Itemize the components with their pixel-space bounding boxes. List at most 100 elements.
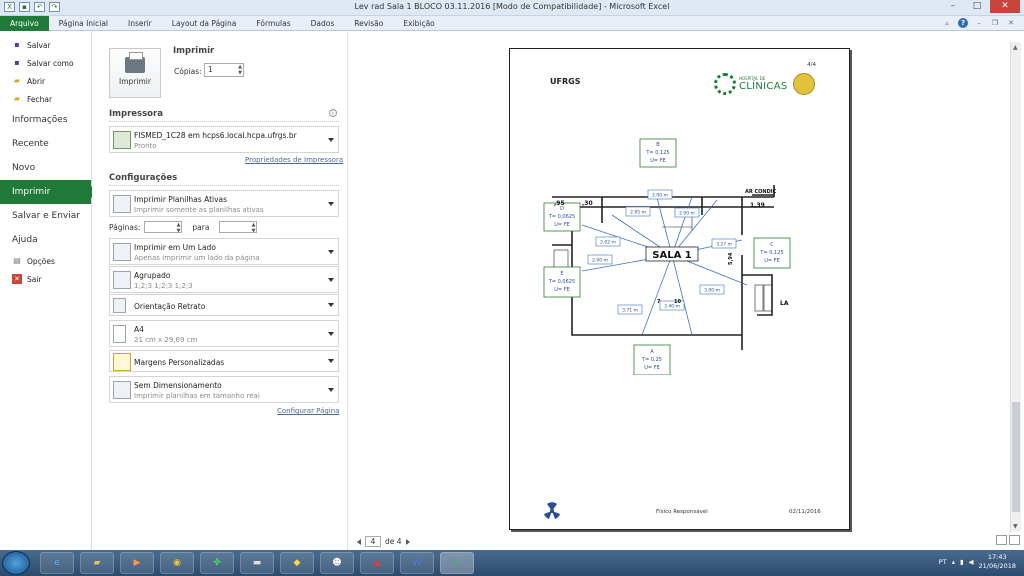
dosimetry-app-icon[interactable]: ◆ [280, 552, 314, 574]
printer-name: FISMED_1C28 em hcps6.local.hcpa.ufrgs.br [134, 131, 297, 140]
sides-desc: Apenas imprimir um lado da página [134, 254, 260, 262]
green-app-icon[interactable]: ✤ [200, 552, 234, 574]
ufrgs-logo-text: UFRGS [550, 77, 581, 86]
printer-properties-link[interactable]: Propriedades de Impressora [245, 156, 343, 164]
plan-label: ,30 [582, 200, 593, 207]
pages-to-input[interactable]: ▲ ▼ [219, 221, 258, 234]
scroll-up-icon[interactable]: ▲ [1013, 44, 1018, 51]
printer-status: Pronto [134, 142, 157, 150]
nav-new[interactable]: Novo [0, 156, 91, 180]
copies-input[interactable]: 1 ▲ ▼ [204, 63, 244, 77]
page-setup-link[interactable]: Configurar Página [277, 407, 339, 415]
plan-label: 1,39 [750, 202, 765, 209]
point-a-t: T= 0,25 [641, 357, 662, 363]
tab-pagina-inicial[interactable]: Página Inicial [49, 16, 118, 31]
plan-label: LA [780, 300, 789, 307]
tab-layout-da-pagina[interactable]: Layout da Página [162, 16, 247, 31]
pdf-reader-icon[interactable]: ▲ [360, 552, 394, 574]
scaling-desc: Imprimir planilhas em tamanho real [134, 392, 260, 400]
nav-close[interactable]: ▰ Fechar [0, 90, 91, 108]
paper-size-label: A4 [134, 325, 144, 334]
point-c-id: C [770, 242, 774, 248]
nav-help[interactable]: Ajuda [0, 228, 91, 252]
volume-icon[interactable]: ◀ [969, 558, 974, 566]
show-margins-button[interactable] [996, 535, 1007, 545]
zoom-to-page-button[interactable] [1009, 535, 1020, 545]
tab-formulas[interactable]: Fórmulas [246, 16, 300, 31]
print-what-dropdown[interactable]: Imprimir Planilhas Ativas Imprimir somen… [109, 190, 339, 217]
pages-label: Páginas: [109, 222, 141, 232]
window-title: Lev rad Sala 1 BLOCO 03.11.2016 [Modo de… [354, 2, 670, 11]
pages-from-input[interactable]: ▲ ▼ [144, 221, 183, 234]
point-b-id: B [656, 142, 660, 148]
chrome-icon[interactable]: ◉ [160, 552, 194, 574]
chevron-down-icon [328, 359, 334, 363]
language-indicator[interactable]: PT [939, 558, 947, 566]
workbook-minimize-icon[interactable]: – [974, 18, 984, 28]
printer-dropdown[interactable]: FISMED_1C28 em hcps6.local.hcpa.ufrgs.br… [109, 126, 339, 153]
clock[interactable]: 17:43 21/06/2018 [979, 553, 1016, 571]
previous-page-button[interactable] [357, 538, 361, 545]
orientation-dropdown[interactable]: Orientação Retrato [109, 294, 339, 316]
start-button[interactable] [2, 551, 30, 575]
spinner-icon[interactable]: ▲ ▼ [177, 222, 181, 234]
word-icon[interactable]: W [400, 552, 434, 574]
margins-dropdown[interactable]: Margens Personalizadas [109, 350, 339, 372]
tab-revisao[interactable]: Revisão [344, 16, 393, 31]
current-page-input[interactable]: 4 [365, 536, 381, 547]
nav-recent[interactable]: Recente [0, 132, 91, 156]
app-icon[interactable]: ☻ [320, 552, 354, 574]
vertical-scrollbar[interactable]: ▲ ▼ [1010, 42, 1021, 532]
plan-label: ,95 [554, 200, 565, 207]
tab-exibicao[interactable]: Exibição [393, 16, 444, 31]
point-e-t: T= 0,0625 [548, 279, 575, 285]
nav-save-as[interactable]: ▪ Salvar como [0, 54, 91, 72]
print-preview: 4/4 UFRGS HOSPITAL DE CLÍNICAS B T= 0,12… [349, 32, 1009, 550]
minimize-button[interactable]: – [942, 0, 964, 13]
close-button[interactable]: ✕ [990, 0, 1020, 13]
nav-exit[interactable]: ✕ Sair [0, 270, 91, 288]
media-player-icon[interactable]: ▶ [120, 552, 154, 574]
info-icon[interactable]: i [329, 109, 337, 117]
workbook-restore-icon[interactable]: ❐ [990, 18, 1000, 28]
internet-explorer-icon[interactable]: e [40, 552, 74, 574]
nav-info[interactable]: Informações [0, 108, 91, 132]
collate-dropdown[interactable]: Agrupado 1;2;3 1;2;3 1;2;3 [109, 266, 339, 293]
paper-size-dropdown[interactable]: A4 21 cm x 29,69 cm [109, 320, 339, 347]
scroll-down-icon[interactable]: ▼ [1013, 523, 1018, 530]
nav-options[interactable]: ▤ Opções [0, 252, 91, 270]
tab-arquivo[interactable]: Arquivo [0, 16, 49, 31]
file-explorer-icon[interactable]: ▰ [80, 552, 114, 574]
tab-inserir[interactable]: Inserir [118, 16, 162, 31]
chevron-down-icon [328, 201, 334, 206]
nav-save-send[interactable]: Salvar e Enviar [0, 204, 91, 228]
nav-save[interactable]: ▪ Salvar [0, 36, 91, 54]
distance-label: 2.02 m [600, 240, 616, 246]
tab-dados[interactable]: Dados [301, 16, 345, 31]
print-button[interactable]: Imprimir [109, 48, 161, 98]
nav-open[interactable]: ▰ Abrir [0, 72, 91, 90]
sheets-icon [113, 195, 131, 213]
scaling-dropdown[interactable]: Sem Dimensionamento Imprimir planilhas e… [109, 376, 339, 403]
excel-taskbar-icon[interactable]: X [440, 552, 474, 574]
terminal-icon[interactable]: ▬ [240, 552, 274, 574]
show-hidden-icons-icon[interactable]: ▴ [952, 558, 955, 566]
minimize-ribbon-icon[interactable]: ▵ [942, 18, 952, 28]
spinner-icon[interactable]: ▲ ▼ [252, 222, 256, 234]
next-page-button[interactable] [405, 538, 410, 545]
network-icon[interactable]: ▮ [960, 558, 964, 566]
chevron-down-icon [328, 249, 334, 254]
distance-label: 3.71 m [622, 308, 638, 314]
workbook-close-icon[interactable]: ✕ [1006, 18, 1016, 28]
help-icon[interactable]: ? [958, 18, 968, 28]
scaling-label: Sem Dimensionamento [134, 381, 222, 390]
point-e-u: U= FE [554, 287, 569, 293]
copies-spinner[interactable]: ▲ ▼ [238, 64, 242, 76]
exit-icon: ✕ [12, 274, 22, 284]
maximize-button[interactable]: □ [966, 0, 988, 13]
collate-label: Agrupado [134, 271, 171, 280]
sides-dropdown[interactable]: Imprimir em Um Lado Apenas imprimir um l… [109, 238, 339, 265]
nav-print[interactable]: Imprimir [0, 180, 97, 204]
print-title: Imprimir [173, 46, 215, 56]
scrollbar-thumb[interactable] [1012, 402, 1020, 512]
